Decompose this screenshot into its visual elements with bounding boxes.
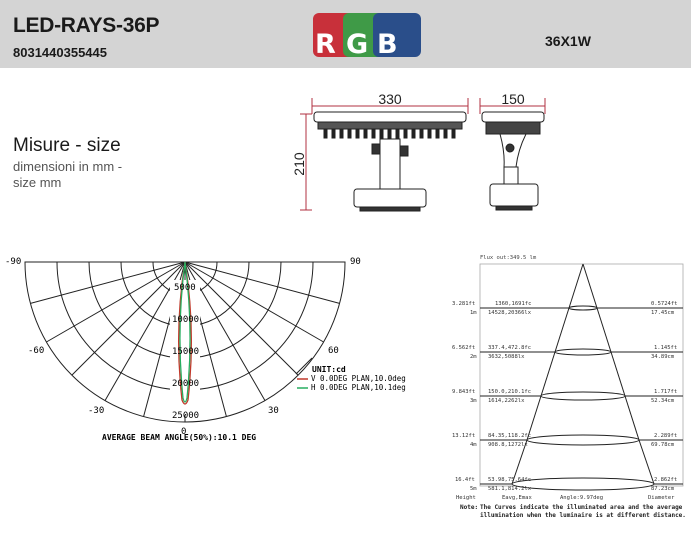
- angle-label-neg30: -30: [88, 406, 104, 416]
- rgb-letter-r: R: [315, 29, 336, 60]
- row3-diam-m: 52.34cm: [651, 398, 675, 404]
- footer-height: Height: [456, 495, 476, 501]
- note-line-2: illumination when the luminaire is at di…: [480, 512, 686, 519]
- radial-label-3: 15000: [172, 347, 199, 357]
- footer-eavg: Eavg,Emax: [502, 495, 532, 501]
- row1-diam-ft: 0.5724ft: [651, 301, 678, 307]
- note-prefix: Note:: [460, 504, 478, 511]
- cone-lines: [511, 263, 655, 485]
- flux-label: Flux out:349.5 lm: [480, 255, 537, 261]
- cone-chart-frame: [479, 263, 684, 487]
- misure-subtitle: dimensioni in mm -: [13, 159, 123, 174]
- row4-emax: 908.8,1272lx: [488, 442, 528, 448]
- dim-side-width: 150: [501, 92, 525, 107]
- row5-diam-ft: 2.862ft: [654, 477, 677, 483]
- row5-diam-m: 87.23cm: [651, 486, 675, 492]
- front-view: [313, 111, 467, 212]
- rgb-letter-g: G: [346, 29, 369, 60]
- row1-height-ft: 3.281ft: [452, 301, 475, 307]
- radial-label-5: 25000: [172, 411, 199, 421]
- row1-diam-m: 17.45cm: [651, 310, 675, 316]
- dim-front-width: 330: [378, 92, 402, 107]
- header-bar: LED-RAYS-36P 8031440355445 R G B 36X1W: [0, 0, 691, 68]
- row4-eavg: 84.35,118.2fc: [488, 433, 531, 439]
- row3-height-m: 3m: [470, 398, 477, 404]
- illuminance-cone-chart: Flux out:349.5 lm 3.281ft 1m 1360,1691fc…: [452, 255, 686, 519]
- row1-emax: 14528,20366lx: [488, 310, 532, 316]
- angle-label-neg90: -90: [5, 257, 21, 267]
- unit-label: UNIT:cd: [312, 365, 346, 374]
- misure-subtitle-2: size mm: [13, 175, 62, 190]
- rgb-letter-b: B: [377, 29, 398, 60]
- row4-diam-m: 69.78cm: [651, 442, 675, 448]
- row5-eavg: 53.98,75.64fc: [488, 477, 531, 483]
- row2-diam-ft: 1.145ft: [654, 345, 677, 351]
- row4-diam-ft: 2.289ft: [654, 433, 677, 439]
- row3-emax: 1614,2262lx: [488, 398, 525, 404]
- row5-emax: 581.1,814.2lx: [488, 486, 532, 492]
- rgb-logo: R G B: [313, 13, 433, 60]
- legend-h-label: H 0.0DEG PLAN,10.1deg: [311, 383, 406, 392]
- product-title: LED-RAYS-36P: [13, 14, 160, 37]
- misure-title: Misure - size: [13, 135, 121, 156]
- footer-angle: Angle:9.97deg: [560, 495, 603, 501]
- row4-height-ft: 13.12ft: [452, 433, 475, 439]
- footer-diameter: Diameter: [648, 495, 675, 501]
- row5-height-ft: 16.4ft: [455, 477, 475, 483]
- beam-ellipses: [511, 305, 655, 491]
- row3-diam-ft: 1.717ft: [654, 389, 677, 395]
- row2-emax: 3632,5088lx: [488, 354, 525, 360]
- row2-eavg: 337.4,472.8fc: [488, 345, 531, 351]
- radial-label-4: 20000: [172, 379, 199, 389]
- row1-eavg: 1360,1691fc: [495, 301, 531, 307]
- dimension-drawing: 330 150 210: [291, 92, 546, 212]
- row3-height-ft: 9.843ft: [452, 389, 475, 395]
- product-code: 8031440355445: [13, 45, 107, 60]
- row2-height-m: 2m: [470, 354, 477, 360]
- side-view: [481, 111, 545, 211]
- angle-label-pos30: 30: [268, 406, 279, 416]
- row4-height-m: 4m: [470, 442, 477, 448]
- row5-height-m: 5m: [470, 486, 477, 492]
- row2-height-ft: 6.562ft: [452, 345, 475, 351]
- polar-intensity-chart: -90 90 -60 60 -30 30 0 5000 10000 15000 …: [5, 257, 406, 442]
- row3-eavg: 150.0,210.1fc: [488, 389, 531, 395]
- angle-label-pos90: 90: [350, 257, 361, 267]
- radial-label-1: 5000: [174, 283, 196, 293]
- dim-height: 210: [291, 152, 307, 176]
- beam-angle-caption: AVERAGE BEAM ANGLE(50%):10.1 DEG: [102, 433, 256, 442]
- note-line-1: The Curves indicate the illuminated area…: [480, 504, 683, 511]
- angle-label-neg60: -60: [28, 346, 44, 356]
- angle-label-pos60: 60: [328, 346, 339, 356]
- row1-height-m: 1m: [470, 310, 477, 316]
- power-rating: 36X1W: [545, 33, 591, 49]
- radial-label-2: 10000: [172, 315, 199, 325]
- legend-v-label: V 0.0DEG PLAN,10.0deg: [311, 374, 406, 383]
- row2-diam-m: 34.89cm: [651, 354, 675, 360]
